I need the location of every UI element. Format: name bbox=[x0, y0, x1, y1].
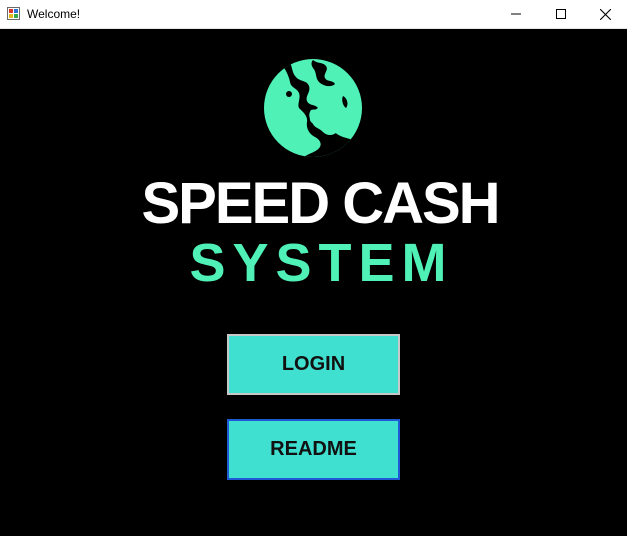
app-title-line1: SPEED CASH bbox=[141, 171, 500, 236]
app-title-line2: SYSTEM bbox=[189, 233, 454, 293]
minimize-icon bbox=[511, 9, 521, 19]
window-title: Welcome! bbox=[27, 7, 81, 21]
title-bar: Welcome! bbox=[0, 0, 627, 29]
close-icon bbox=[599, 8, 611, 20]
app-icon[interactable] bbox=[7, 7, 20, 20]
welcome-panel: SPEED CASH SYSTEM LOGIN README bbox=[0, 29, 627, 536]
globe-icon bbox=[263, 58, 363, 158]
minimize-button[interactable] bbox=[493, 0, 539, 28]
maximize-icon bbox=[556, 9, 566, 19]
login-button[interactable]: LOGIN bbox=[227, 334, 400, 395]
close-button[interactable] bbox=[582, 0, 627, 28]
maximize-button[interactable] bbox=[538, 0, 584, 28]
readme-button[interactable]: README bbox=[227, 419, 400, 480]
